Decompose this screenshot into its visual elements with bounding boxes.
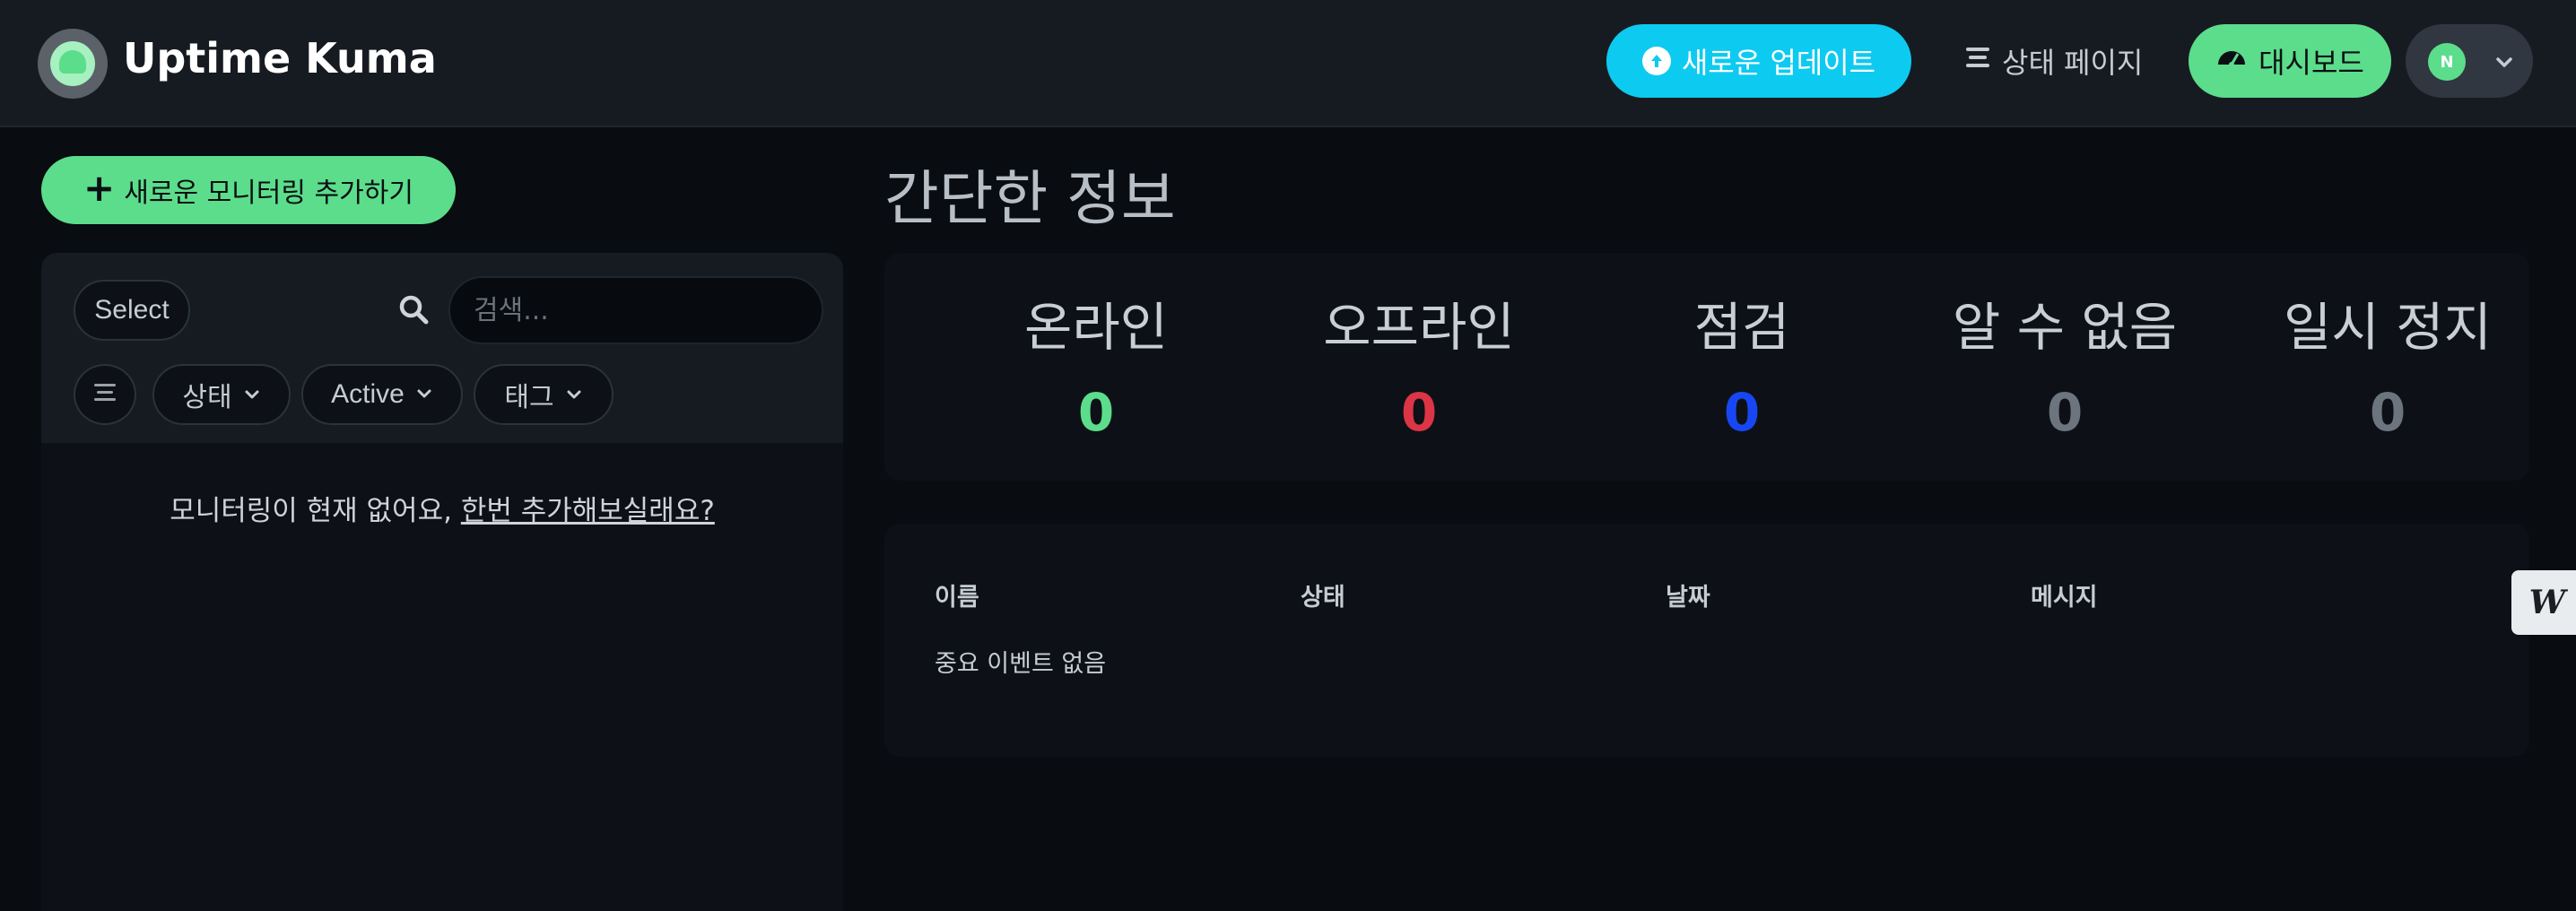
monitor-list-panel: Select 상태 Active <box>41 253 843 911</box>
status-filter-dropdown[interactable]: 상태 <box>152 364 291 425</box>
new-update-button[interactable]: 새로운 업데이트 <box>1606 24 1911 98</box>
stat-online: 온라인 0 <box>935 285 1258 443</box>
page-title: 간단한 정보 <box>884 164 1176 233</box>
stat-label: 점검 <box>1693 297 1790 358</box>
stat-value: 0 <box>2046 382 2084 443</box>
no-important-events-text: 중요 이벤트 없음 <box>935 650 1107 678</box>
column-header-status: 상태 <box>1301 584 1345 612</box>
stat-value: 0 <box>2369 382 2406 443</box>
add-monitor-label: 새로운 모니터링 추가하기 <box>124 178 413 209</box>
stat-maintenance: 점검 0 <box>1580 285 1903 443</box>
stat-label: 온라인 <box>1023 297 1169 358</box>
chevron-down-icon <box>565 379 583 411</box>
chevron-down-icon <box>415 379 433 410</box>
stat-offline: 오프라인 0 <box>1258 285 1580 443</box>
top-navbar: Uptime Kuma 새로운 업데이트 상태 페이지 대시보드 N <box>0 0 2576 127</box>
app-title[interactable]: Uptime Kuma <box>123 34 437 82</box>
tags-filter-dropdown[interactable]: 태그 <box>474 364 614 425</box>
dashboard-button[interactable]: 대시보드 <box>2189 24 2391 98</box>
filter-menu-button[interactable] <box>74 364 136 425</box>
search-input[interactable] <box>448 276 823 344</box>
empty-monitor-text: 모니터링이 현재 없어요, <box>170 495 452 527</box>
active-filter-label: Active <box>331 379 405 409</box>
chevron-down-icon <box>2493 51 2515 76</box>
side-widget-tab[interactable]: W <box>2511 570 2576 635</box>
stat-label: 일시 정지 <box>2284 297 2492 358</box>
add-monitor-button[interactable]: + 새로운 모니터링 추가하기 <box>41 156 456 224</box>
stat-paused: 일시 정지 0 <box>2226 285 2549 443</box>
stat-label: 오프라인 <box>1323 297 1515 358</box>
stat-label: 알 수 없음 <box>1952 297 2178 358</box>
status-page-link[interactable]: 상태 페이지 <box>1964 39 2143 82</box>
select-button[interactable]: Select <box>74 280 190 341</box>
column-header-message: 메시지 <box>2031 584 2098 612</box>
add-monitor-link[interactable]: 한번 추가해보실래요? <box>461 495 715 527</box>
status-filter-label: 상태 <box>182 382 232 413</box>
empty-monitor-message: 모니터링이 현재 없어요, 한번 추가해보실래요? <box>41 488 843 528</box>
list-icon <box>1964 44 1991 78</box>
filter-lines-icon <box>92 381 117 408</box>
chevron-down-icon <box>243 379 261 411</box>
quick-stats-card: 온라인 0 오프라인 0 점검 0 알 수 없음 0 일시 정지 0 <box>884 253 2529 481</box>
new-update-label: 새로운 업데이트 <box>1681 46 1876 80</box>
important-events-card: 이름 상태 날짜 메시지 중요 이벤트 없음 <box>884 524 2529 757</box>
active-filter-dropdown[interactable]: Active <box>301 364 463 425</box>
monitor-list-toolbar: Select 상태 Active <box>41 253 843 443</box>
stat-value: 0 <box>1723 382 1761 443</box>
speedometer-icon <box>2215 41 2248 81</box>
search-icon <box>398 294 431 330</box>
stat-value: 0 <box>1400 382 1438 443</box>
avatar: N <box>2428 43 2466 81</box>
stat-unknown: 알 수 없음 0 <box>1903 285 2226 443</box>
profile-dropdown[interactable]: N <box>2406 24 2533 98</box>
column-header-date: 날짜 <box>1666 584 1710 612</box>
plus-icon: + <box>83 166 116 210</box>
stat-value: 0 <box>1077 382 1115 443</box>
dashboard-label: 대시보드 <box>2258 46 2364 80</box>
uptime-kuma-logo-icon[interactable] <box>38 29 108 99</box>
arrow-up-circle-icon <box>1641 47 1671 75</box>
column-header-name: 이름 <box>935 584 979 612</box>
status-page-label: 상태 페이지 <box>2002 46 2144 80</box>
tags-filter-label: 태그 <box>504 382 554 413</box>
